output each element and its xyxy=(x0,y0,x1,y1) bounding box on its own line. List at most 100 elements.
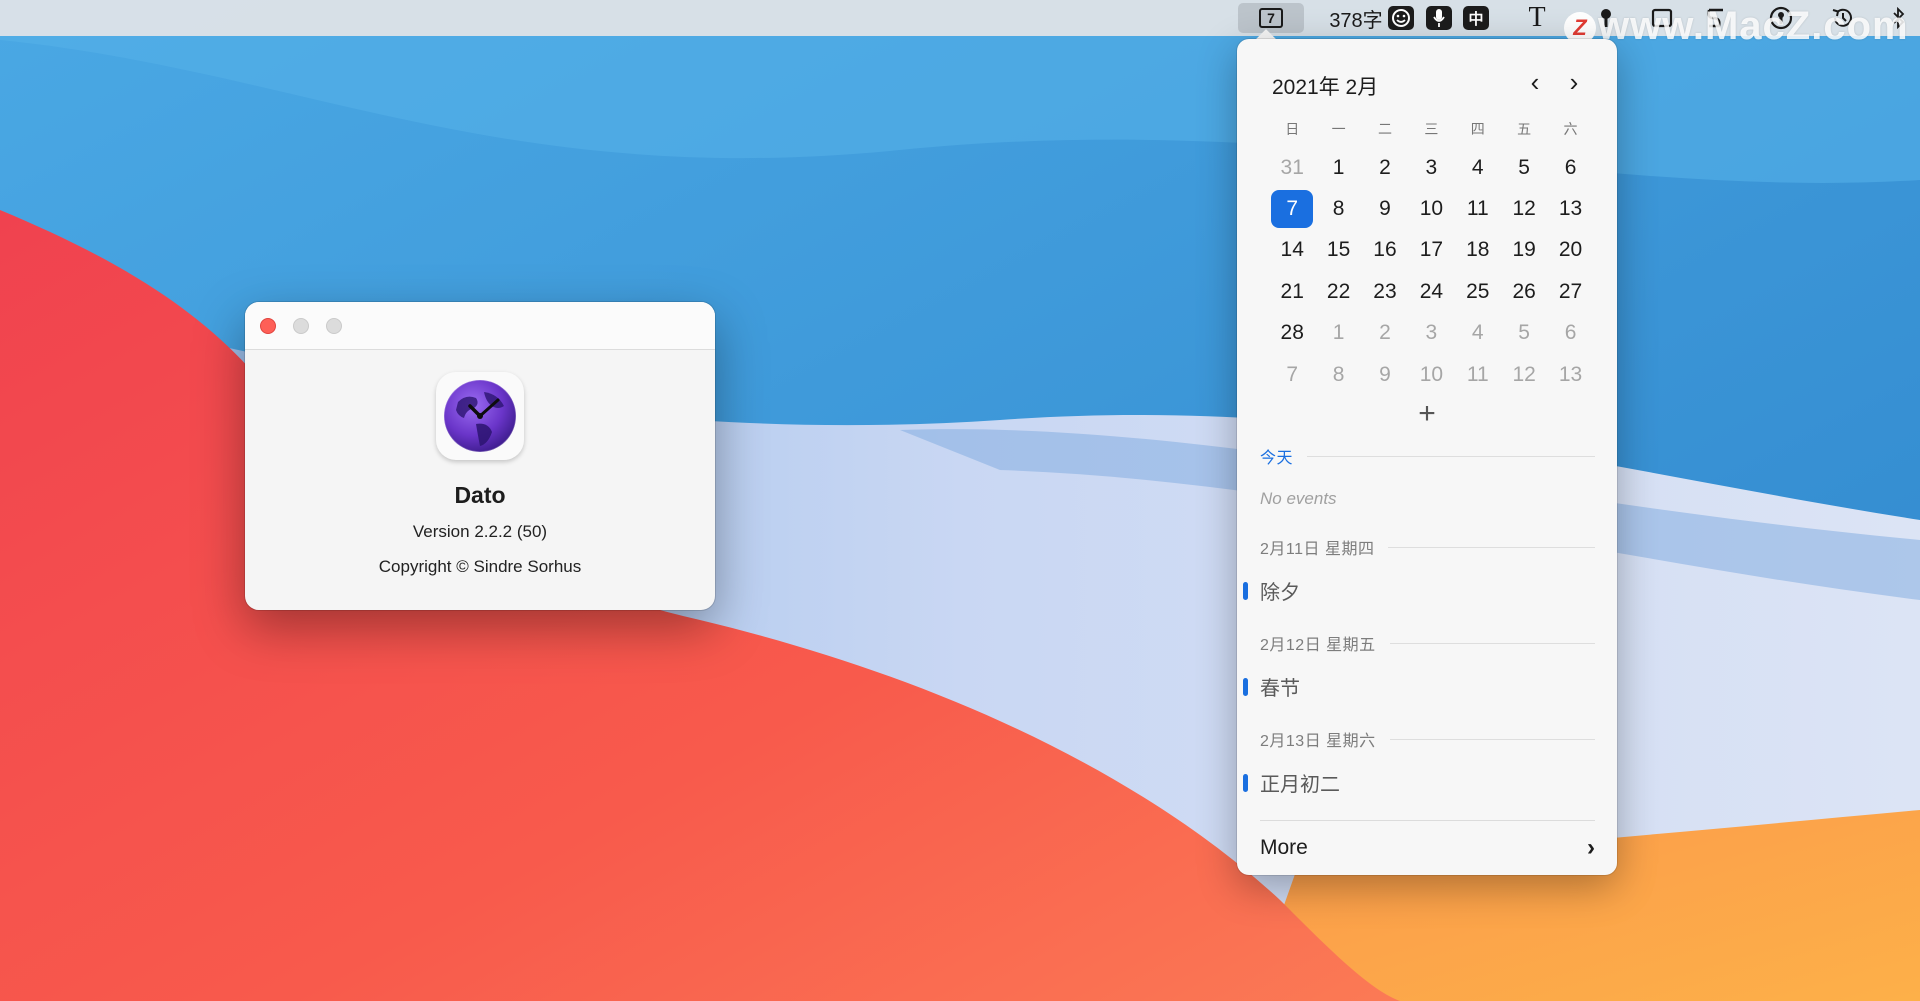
calendar-day[interactable]: 10 xyxy=(1408,354,1454,395)
weekday-label: 六 xyxy=(1563,121,1578,137)
today-label: 今天 xyxy=(1260,450,1294,467)
day-number: 2 xyxy=(1379,321,1391,345)
day-number: 27 xyxy=(1558,279,1583,303)
no-events-text: No events xyxy=(1260,489,1337,508)
calendar-day[interactable]: 13 xyxy=(1547,354,1593,395)
input-method-icon[interactable]: 中 xyxy=(1460,0,1492,36)
calendar-day[interactable]: 11 xyxy=(1455,354,1501,395)
calendar-day[interactable]: 3 xyxy=(1408,313,1454,354)
calendar-day[interactable]: 14 xyxy=(1269,230,1315,271)
dato-menubar-item[interactable]: 7 xyxy=(1238,3,1304,33)
calendar-day[interactable]: 17 xyxy=(1408,230,1454,271)
calendar-day[interactable]: 4 xyxy=(1455,147,1501,188)
weekday-label: 一 xyxy=(1331,121,1346,137)
calendar-day[interactable]: 12 xyxy=(1501,188,1547,229)
calendar-day[interactable]: 20 xyxy=(1547,230,1593,271)
calendar-day[interactable]: 10 xyxy=(1408,188,1454,229)
calendar-day[interactable]: 27 xyxy=(1547,271,1593,312)
day-number: 3 xyxy=(1425,155,1438,179)
calendar-day[interactable]: 31 xyxy=(1269,147,1315,188)
calendar-day[interactable]: 9 xyxy=(1362,188,1408,229)
calendar-day[interactable]: 23 xyxy=(1362,271,1408,312)
day-number: 13 xyxy=(1558,197,1583,221)
calendar-day[interactable]: 22 xyxy=(1315,271,1361,312)
weekday-label: 三 xyxy=(1424,121,1439,137)
previous-month-button[interactable]: ‹ xyxy=(1520,67,1550,97)
divider xyxy=(1260,820,1595,821)
calendar-day[interactable]: 19 xyxy=(1501,230,1547,271)
emoji-icon[interactable] xyxy=(1386,0,1416,36)
calendar-day[interactable]: 5 xyxy=(1501,147,1547,188)
calendar-day-today[interactable]: 7 xyxy=(1269,188,1315,229)
chevron-right-icon: › xyxy=(1587,834,1595,861)
calendar-day[interactable]: 6 xyxy=(1547,313,1593,354)
calendar-day[interactable]: 9 xyxy=(1362,354,1408,395)
zoom-button[interactable] xyxy=(326,318,342,334)
event-title: 春节 xyxy=(1260,678,1300,700)
microphone-icon[interactable] xyxy=(1424,0,1454,36)
more-label: More xyxy=(1260,836,1308,859)
day-number: 16 xyxy=(1373,238,1397,262)
calendar-day[interactable]: 13 xyxy=(1547,188,1593,229)
calendar-day[interactable]: 2 xyxy=(1362,313,1408,354)
event-title: 正月初二 xyxy=(1260,774,1340,796)
day-number: 5 xyxy=(1518,321,1530,345)
day-number: 8 xyxy=(1332,362,1345,386)
day-number: 7 xyxy=(1271,190,1314,229)
app-version: Version 2.2.2 (50) xyxy=(412,522,548,541)
day-number: 4 xyxy=(1471,321,1484,345)
calendar-day-icon: 7 xyxy=(1259,8,1283,28)
divider xyxy=(1388,546,1595,548)
calendar-day[interactable]: 24 xyxy=(1408,271,1454,312)
day-number: 17 xyxy=(1419,238,1444,262)
agenda-event[interactable]: 正月初二 xyxy=(1243,768,1340,797)
calendar-day[interactable]: 11 xyxy=(1455,188,1501,229)
agenda-event[interactable]: 春节 xyxy=(1243,672,1300,701)
word-count-item[interactable]: 378字 xyxy=(1326,0,1386,36)
calendar-day[interactable]: 3 xyxy=(1408,147,1454,188)
calendar-popover: 2021年 2月 ‹ › 日一二三四五六 31 1 2 3 4 5 6 7 8 9 10 11 12 13… xyxy=(1237,39,1617,875)
calendar-day[interactable]: 25 xyxy=(1455,271,1501,312)
calendar-day[interactable]: 18 xyxy=(1455,230,1501,271)
calendar-day[interactable]: 12 xyxy=(1501,354,1547,395)
day-number: 14 xyxy=(1280,238,1304,262)
agenda-event[interactable]: 除夕 xyxy=(1243,576,1300,605)
calendar-day[interactable]: 1 xyxy=(1315,147,1361,188)
day-number: 9 xyxy=(1379,197,1391,221)
agenda-date-header: 2月13日 星期六 xyxy=(1260,727,1595,751)
window-titlebar[interactable] xyxy=(245,302,715,350)
calendar-day[interactable]: 8 xyxy=(1315,188,1361,229)
more-button[interactable]: More › xyxy=(1260,828,1595,868)
app-name: Dato xyxy=(454,482,506,508)
month-title: 2021年 2月 xyxy=(1272,76,1379,99)
day-number: 25 xyxy=(1466,279,1490,303)
day-number: 18 xyxy=(1466,238,1490,262)
add-event-button[interactable]: + xyxy=(1412,397,1442,430)
next-month-button[interactable]: › xyxy=(1559,67,1589,97)
day-number: 3 xyxy=(1425,321,1438,345)
day-number: 15 xyxy=(1326,238,1351,262)
calendar-day[interactable]: 21 xyxy=(1269,271,1315,312)
calendar-day[interactable]: 28 xyxy=(1269,313,1315,354)
close-button[interactable] xyxy=(260,318,276,334)
calendar-day[interactable]: 7 xyxy=(1269,354,1315,395)
day-number: 31 xyxy=(1280,155,1304,179)
calendar-day[interactable]: 26 xyxy=(1501,271,1547,312)
event-color-bar xyxy=(1243,773,1248,792)
calendar-day[interactable]: 16 xyxy=(1362,230,1408,271)
event-title: 除夕 xyxy=(1260,582,1300,604)
day-number: 6 xyxy=(1564,155,1577,179)
calendar-day[interactable]: 4 xyxy=(1455,313,1501,354)
minimize-button[interactable] xyxy=(293,318,309,334)
calendar-day[interactable]: 5 xyxy=(1501,313,1547,354)
calendar-day[interactable]: 1 xyxy=(1315,313,1361,354)
day-number: 4 xyxy=(1471,155,1484,179)
divider xyxy=(1389,738,1595,740)
text-format-icon[interactable]: T xyxy=(1520,0,1554,36)
calendar-day[interactable]: 6 xyxy=(1547,147,1593,188)
calendar-day[interactable]: 2 xyxy=(1362,147,1408,188)
day-number: 1 xyxy=(1332,155,1345,179)
calendar-day[interactable]: 8 xyxy=(1315,354,1361,395)
calendar-day[interactable]: 15 xyxy=(1315,230,1361,271)
day-number: 5 xyxy=(1518,155,1530,179)
